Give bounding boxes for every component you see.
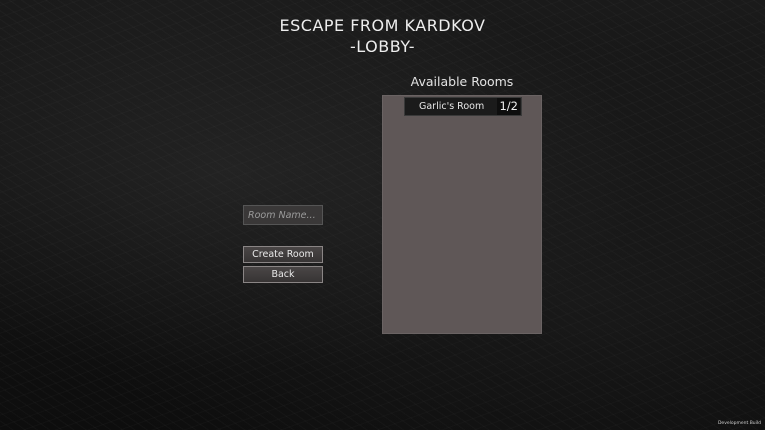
lobby-subtitle: -LOBBY-	[350, 37, 415, 56]
room-list-item[interactable]: Garlic's Room 1/2	[404, 97, 522, 116]
create-room-button[interactable]: Create Room	[243, 246, 323, 263]
room-list-panel[interactable]: Garlic's Room 1/2	[382, 95, 542, 334]
game-title: ESCAPE FROM KARDKOV	[279, 16, 486, 35]
room-player-count: 1/2	[497, 98, 520, 115]
room-name-input[interactable]	[243, 205, 323, 225]
back-button[interactable]: Back	[243, 266, 323, 283]
room-name-label: Garlic's Room	[419, 101, 485, 112]
development-build-label: Development Build	[717, 421, 761, 426]
available-rooms-heading: Available Rooms	[410, 74, 514, 89]
